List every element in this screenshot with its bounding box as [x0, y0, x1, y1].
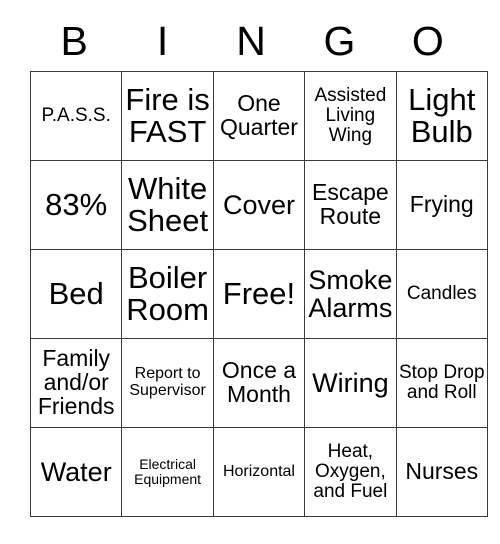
bingo-cell[interactable]: Fire is FAST — [121, 71, 214, 161]
bingo-cell-label: Light Bulb — [408, 81, 476, 149]
bingo-cell[interactable]: Electrical Equipment — [121, 427, 214, 517]
bingo-cell[interactable]: Horizontal — [212, 427, 306, 517]
bingo-cell[interactable]: Wiring — [304, 338, 397, 428]
header-letter-o: O — [411, 18, 444, 64]
bingo-cell-label: Heat, Oxygen, and Fuel — [313, 441, 388, 502]
header-letter-b: B — [60, 18, 88, 64]
header-letter-n: N — [236, 18, 266, 64]
bingo-row: Bed Boiler Room Free! Smoke Alarms Candl… — [29, 249, 488, 339]
bingo-cell-label: Once a Month — [221, 357, 297, 407]
header-letter-g: G — [323, 18, 356, 64]
header-letter-i: I — [156, 18, 169, 64]
bingo-cell-label: One Quarter — [219, 90, 298, 140]
bingo-cell-free[interactable]: Free! — [212, 249, 306, 339]
bingo-cell-label: Water — [40, 456, 112, 487]
bingo-cell-label: Escape Route — [312, 179, 389, 229]
bingo-cell[interactable]: Stop Drop and Roll — [395, 338, 488, 428]
bingo-cell-label: Family and/or Friends — [37, 345, 115, 419]
bingo-cell-label: Bed — [48, 275, 104, 311]
bingo-cell[interactable]: White Sheet — [121, 160, 214, 250]
bingo-cell-label: Horizontal — [222, 462, 295, 480]
bingo-cell-label: Boiler Room — [126, 259, 209, 327]
bingo-cell-label: Smoke Alarms — [308, 264, 393, 323]
bingo-cell[interactable]: Nurses — [395, 427, 488, 517]
bingo-cell[interactable]: Frying — [395, 160, 488, 250]
bingo-card: B I N G O P.A.S.S. Fire is FAST One Quar… — [29, 12, 488, 517]
bingo-cell-label: Candles — [406, 283, 477, 305]
bingo-cell-label: Nurses — [405, 458, 479, 485]
bingo-cell-label: White Sheet — [127, 170, 209, 238]
bingo-cell[interactable]: P.A.S.S. — [29, 71, 123, 161]
bingo-cell-label: Cover — [222, 189, 295, 220]
bingo-row: Water Electrical Equipment Horizontal He… — [29, 427, 488, 517]
bingo-cell[interactable]: Once a Month — [212, 338, 306, 428]
bingo-cell[interactable]: Report to Supervisor — [121, 338, 214, 428]
bingo-cell[interactable]: Family and/or Friends — [29, 338, 123, 428]
bingo-cell[interactable]: Candles — [395, 249, 488, 339]
bingo-cell-label: P.A.S.S. — [41, 105, 111, 127]
bingo-row: 83% White Sheet Cover Escape Route Fryin… — [29, 160, 488, 250]
bingo-row: Family and/or Friends Report to Supervis… — [29, 338, 488, 428]
bingo-cell-label: Fire is FAST — [125, 81, 210, 149]
bingo-cell-label: Report to Supervisor — [129, 365, 206, 399]
bingo-grid: P.A.S.S. Fire is FAST One Quarter Assist… — [29, 71, 488, 517]
bingo-cell-label: Stop Drop and Roll — [398, 362, 485, 403]
bingo-cell-label: Electrical Equipment — [134, 456, 202, 487]
bingo-cell-label: Assisted Living Wing — [314, 85, 387, 146]
bingo-row: P.A.S.S. Fire is FAST One Quarter Assist… — [29, 71, 488, 161]
bingo-header: B I N G O — [30, 12, 472, 71]
bingo-cell[interactable]: One Quarter — [212, 71, 306, 161]
bingo-cell[interactable]: Smoke Alarms — [304, 249, 397, 339]
bingo-cell-label: Wiring — [312, 367, 389, 398]
bingo-cell[interactable]: Light Bulb — [395, 71, 488, 161]
bingo-cell-label: Free! — [222, 275, 296, 311]
bingo-cell[interactable]: Cover — [212, 160, 306, 250]
bingo-cell[interactable]: Water — [29, 427, 123, 517]
bingo-cell[interactable]: Assisted Living Wing — [304, 71, 397, 161]
bingo-cell[interactable]: Heat, Oxygen, and Fuel — [304, 427, 397, 517]
bingo-cell-label: 83% — [45, 186, 108, 222]
bingo-cell-label: Frying — [409, 191, 474, 218]
bingo-cell[interactable]: Escape Route — [304, 160, 397, 250]
bingo-cell[interactable]: Bed — [29, 249, 123, 339]
bingo-cell[interactable]: Boiler Room — [121, 249, 214, 339]
bingo-cell[interactable]: 83% — [29, 160, 123, 250]
